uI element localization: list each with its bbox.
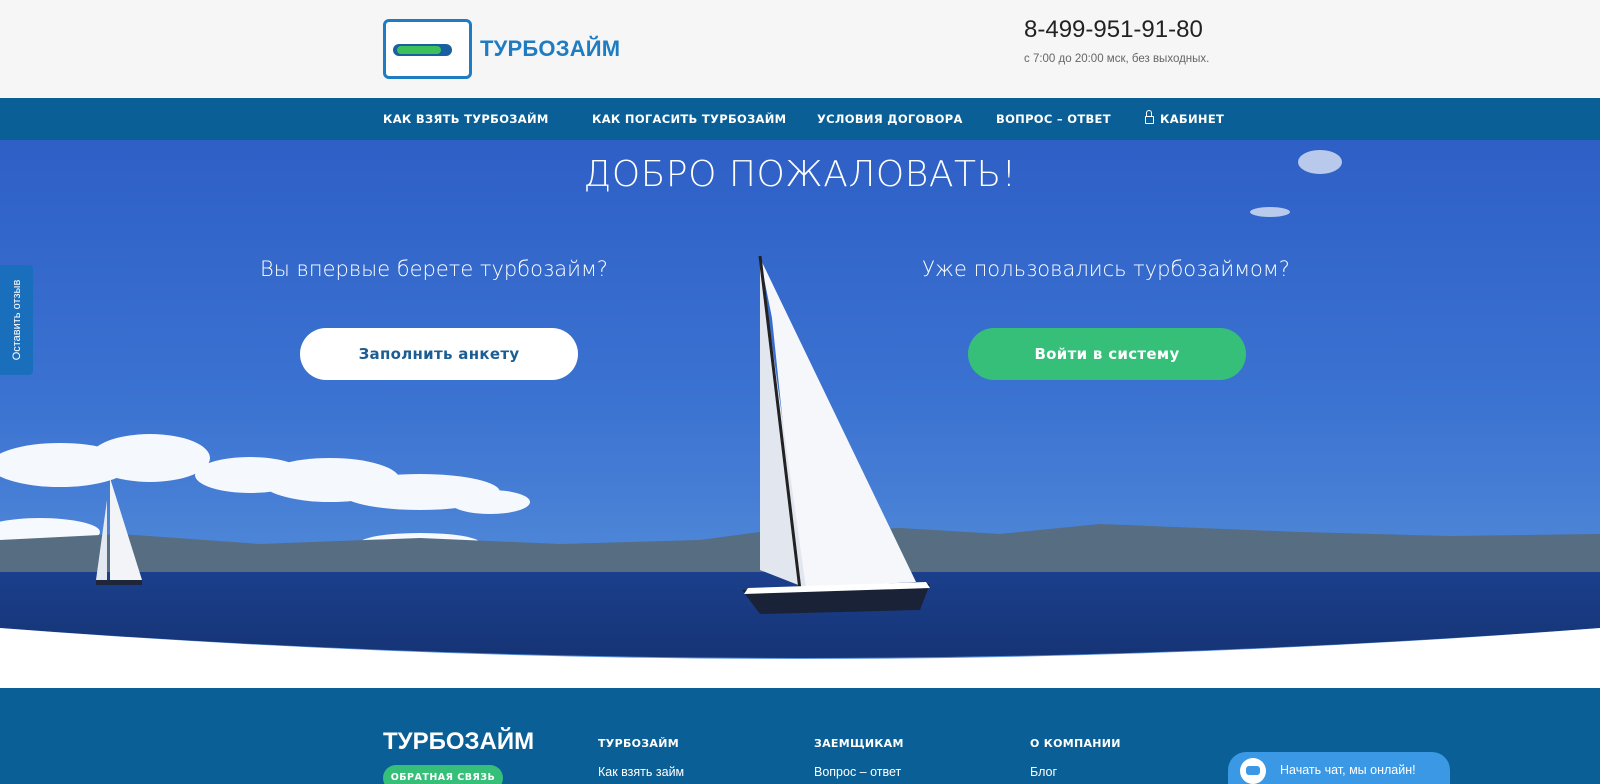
header: ТУРБОЗАЙМ 8-499-951-91-80 с 7:00 до 20:0…	[0, 0, 1600, 98]
chat-widget[interactable]: Начать чат, мы онлайн!	[1228, 752, 1450, 784]
hero-background	[0, 140, 1600, 688]
nav-item-label: КАБИНЕТ	[1160, 112, 1225, 126]
nav-item-label: КАК ПОГАСИТЬ ТУРБОЗАЙМ	[592, 112, 787, 126]
main-nav: КАК ВЗЯТЬ ТУРБОЗАЙМ КАК ПОГАСИТЬ ТУРБОЗА…	[0, 98, 1600, 140]
login-button[interactable]: Войти в систему	[968, 328, 1246, 380]
fill-form-button[interactable]: Заполнить анкету	[300, 328, 578, 380]
new-client-question: Вы впервые берете турбозайм?	[260, 257, 608, 281]
footer-link-blog[interactable]: Блог	[1030, 765, 1057, 779]
logo-text: ТУРБОЗАЙМ	[480, 36, 621, 61]
lock-icon	[1145, 110, 1154, 124]
returning-client-question: Уже пользовались турбозаймом?	[922, 257, 1290, 281]
feedback-tab[interactable]: Оставить отзыв	[0, 265, 33, 375]
nav-item-contract-terms[interactable]: УСЛОВИЯ ДОГОВОРА	[817, 98, 963, 140]
hero-section	[0, 140, 1600, 688]
nav-item-label: УСЛОВИЯ ДОГОВОРА	[817, 112, 963, 126]
chat-icon	[1240, 758, 1266, 784]
footer-heading-turbozaim: ТУРБОЗАЙМ	[598, 737, 679, 750]
nav-item-how-to-repay[interactable]: КАК ПОГАСИТЬ ТУРБОЗАЙМ	[592, 98, 786, 140]
logo[interactable]: ТУРБОЗАЙМ	[383, 18, 620, 80]
nav-item-label: КАК ВЗЯТЬ ТУРБОЗАЙМ	[383, 112, 549, 126]
hero-title: ДОБРО ПОЖАЛОВАТЬ!	[583, 154, 1017, 195]
contact-button[interactable]: ОБРАТНАЯ СВЯЗЬ	[383, 765, 503, 784]
working-hours: с 7:00 до 20:00 мск, без выходных.	[1024, 53, 1210, 65]
chat-label: Начать чат, мы онлайн!	[1280, 763, 1416, 777]
logo-icon	[383, 19, 472, 79]
nav-item-label: ВОПРОС – ОТВЕТ	[996, 112, 1111, 126]
nav-item-faq[interactable]: ВОПРОС – ОТВЕТ	[996, 98, 1111, 140]
nav-item-how-to-get[interactable]: КАК ВЗЯТЬ ТУРБОЗАЙМ	[383, 98, 549, 140]
footer-heading-company: О КОМПАНИИ	[1030, 737, 1121, 750]
nav-item-cabinet[interactable]: КАБИНЕТ	[1145, 98, 1224, 140]
footer-link-faq[interactable]: Вопрос – ответ	[814, 765, 901, 779]
feedback-tab-label: Оставить отзыв	[11, 279, 23, 361]
phone-number[interactable]: 8-499-951-91-80	[1024, 16, 1203, 44]
footer-link-how-to-get[interactable]: Как взять займ	[598, 765, 684, 779]
footer-logo[interactable]: ТУРБОЗАЙМ	[383, 728, 534, 756]
footer-heading-borrowers: ЗАЕМЩИКАМ	[814, 737, 904, 750]
